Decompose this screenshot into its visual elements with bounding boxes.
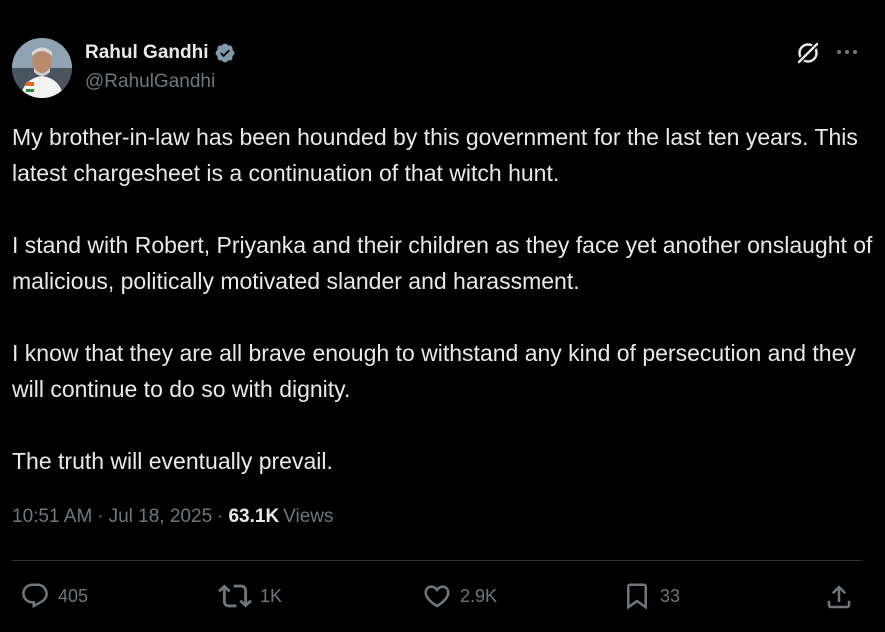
divider [12, 560, 862, 561]
tweet-paragraph: I know that they are all brave enough to… [12, 340, 856, 402]
tweet-paragraph: I stand with Robert, Priyanka and their … [12, 232, 873, 294]
verified-badge-icon[interactable] [214, 42, 236, 64]
tweet-paragraph: The truth will eventually prevail. [12, 448, 333, 474]
reply-count: 405 [58, 585, 89, 606]
heart-icon [424, 585, 450, 608]
tweet-meta: 10:51 AM · Jul 18, 2025 · 63.1K Views [12, 506, 334, 528]
author-handle[interactable]: @RahulGandhi [85, 71, 215, 93]
share-icon[interactable] [824, 582, 854, 612]
tweet-card: Rahul Gandhi @RahulGandhi My brother-in-… [0, 0, 885, 632]
grok-icon[interactable] [795, 40, 821, 66]
repost-count: 1K [260, 585, 283, 606]
author-name-row: Rahul Gandhi [85, 40, 236, 66]
like-button[interactable]: 2.9K [422, 580, 497, 612]
bookmark-count: 33 [660, 585, 681, 606]
repost-button[interactable]: 1K [218, 580, 282, 612]
meta-separator: · [97, 506, 104, 527]
tweet-date[interactable]: Jul 18, 2025 [109, 506, 213, 528]
views-count[interactable]: 63.1K [228, 506, 279, 528]
meta-separator: · [217, 506, 224, 527]
bookmark-icon [627, 583, 647, 610]
repost-icon [218, 584, 252, 608]
avatar[interactable] [12, 38, 72, 98]
reply-icon [22, 583, 48, 609]
views-label: Views [283, 506, 334, 527]
tweet-paragraph: My brother-in-law has been hounded by th… [12, 124, 858, 186]
avatar-photo [12, 38, 72, 98]
tweet-text: My brother-in-law has been hounded by th… [12, 119, 874, 515]
like-count: 2.9K [460, 585, 498, 606]
more-options-icon[interactable] [834, 40, 860, 66]
author-display-name[interactable]: Rahul Gandhi [85, 42, 209, 64]
reply-button[interactable]: 405 [20, 580, 88, 612]
tweet-time[interactable]: 10:51 AM [12, 506, 92, 528]
bookmark-button[interactable]: 33 [622, 580, 680, 612]
